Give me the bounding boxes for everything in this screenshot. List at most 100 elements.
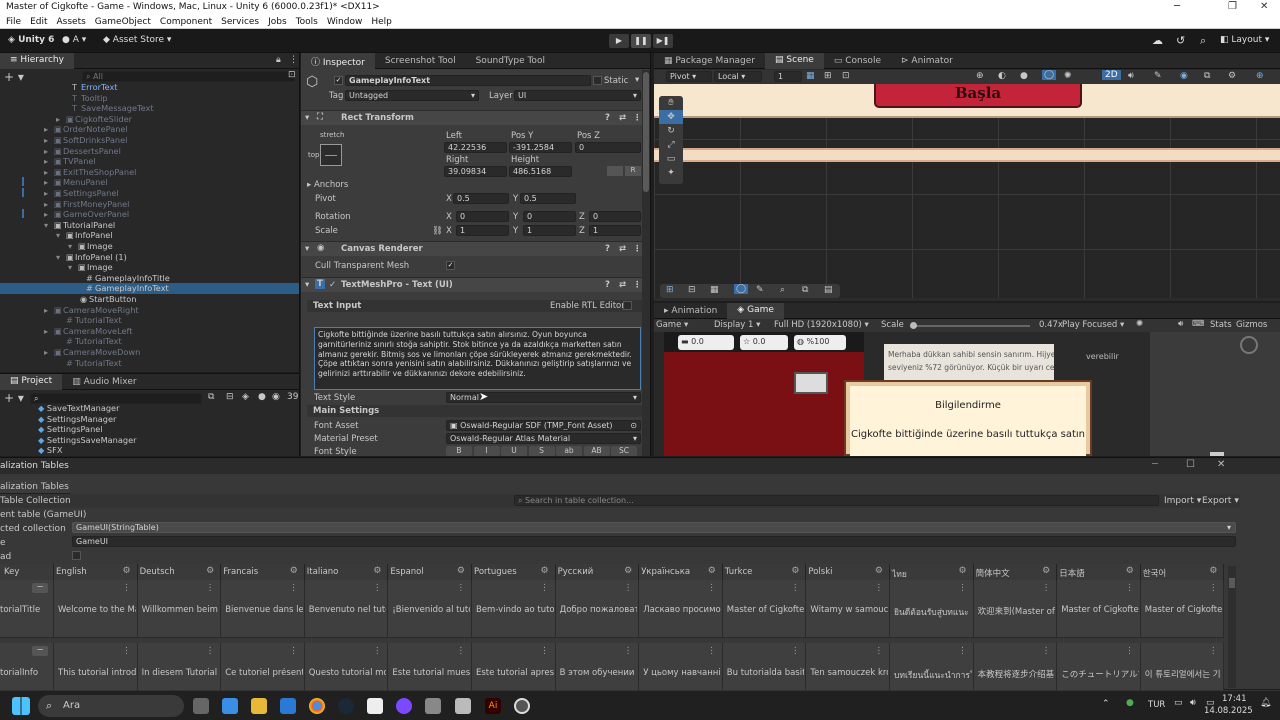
gear-icon[interactable]: ⚙ (373, 566, 381, 576)
scale-x-field[interactable]: 1 (456, 225, 509, 236)
step-button[interactable]: ▶❚ (653, 34, 673, 48)
hierarchy-item[interactable]: ▸ ▣ MenuPanel (0, 177, 299, 188)
hierarchy-item[interactable]: T ErrorText (0, 82, 299, 93)
tab-animator[interactable]: ⊳ Animator (891, 54, 963, 68)
expand-arrow-icon[interactable]: ▸ (44, 135, 48, 145)
translation-cell[interactable]: ⋮ Master of Cigkofte (1140, 580, 1225, 638)
menu-jobs[interactable]: Jobs (268, 17, 287, 27)
chevron-up-icon[interactable]: ⌃ (1102, 699, 1110, 709)
translation-cell[interactable]: ⋮ Welcome to the Ma (54, 580, 138, 638)
info-icon[interactable]: ● (258, 392, 266, 402)
column-header[interactable]: Espanol ⚙ (388, 564, 472, 580)
unity-hub-icon[interactable] (425, 698, 441, 714)
translation-cell[interactable]: ⋮ Willkommen beim M (137, 580, 222, 638)
gear-icon[interactable]: ⚙ (541, 566, 549, 576)
column-header[interactable]: Русский ⚙ (555, 564, 640, 580)
column-header[interactable]: Deutsch ⚙ (137, 564, 222, 580)
project-asset-item[interactable]: ◆ SaveTextManager (38, 403, 119, 414)
column-header[interactable]: Italiano ⚙ (304, 564, 389, 580)
canvas-renderer-header[interactable]: ▾ ◉ Canvas Renderer ? ⇄ ⋮ (301, 241, 650, 256)
help-icon[interactable]: ? (605, 280, 610, 290)
translation-cell[interactable]: ⋮ Bienvenue dans le t (221, 580, 305, 638)
tmp-header[interactable]: ▾ T ✓ TextMeshPro - Text (UI) ? ⇄ ⋮ (301, 277, 650, 292)
visibility-icon[interactable]: ◉ (1180, 71, 1188, 81)
expand-arrow-icon[interactable]: ▸ (44, 146, 48, 156)
file-explorer-icon[interactable] (251, 698, 267, 714)
more-icon[interactable]: ⋮ (289, 646, 298, 656)
tag-icon[interactable]: ◈ (242, 392, 249, 402)
font-style-button[interactable]: S (528, 446, 555, 456)
hierarchy-item[interactable]: # TutorialText (0, 358, 299, 369)
hierarchy-item[interactable]: T Tooltip (0, 93, 299, 104)
gear-icon[interactable]: ⚙ (959, 566, 967, 576)
gear-icon[interactable]: ⚙ (290, 566, 298, 576)
rot-x-field[interactable]: 0 (456, 211, 509, 222)
menu-file[interactable]: File (6, 17, 21, 27)
hierarchy-item[interactable]: ▾ ▣ TutorialPanel (0, 220, 299, 231)
expand-arrow-icon[interactable]: ▸ (44, 209, 48, 219)
remove-entry-button[interactable]: − (32, 646, 48, 656)
expand-arrow-icon[interactable]: ▸ (44, 188, 48, 198)
expand-arrow-icon[interactable]: ▸ (44, 177, 48, 187)
mode-2d-button[interactable]: 2D (1102, 70, 1121, 80)
font-style-button[interactable]: B (446, 446, 472, 456)
more-icon[interactable]: ⋮ (456, 583, 465, 593)
menu-gameobject[interactable]: GameObject (95, 17, 151, 27)
rot-y-field[interactable]: 0 (523, 211, 576, 222)
hierarchy-item[interactable]: ▸ ▣ FirstMoneyPanel (0, 199, 299, 210)
effects-icon[interactable]: ✎ (1154, 71, 1162, 81)
filter-type-icon[interactable]: ⧉ (208, 392, 214, 402)
column-header[interactable]: ไทย ⚙ (890, 564, 974, 580)
expand-arrow-icon[interactable]: ▸ (44, 156, 48, 166)
font-style-button[interactable]: AB (583, 446, 610, 456)
grid-icon[interactable]: ▦ (710, 285, 719, 295)
tab-audio-mixer[interactable]: ▥ Audio Mixer (62, 375, 146, 389)
more-icon[interactable]: ⋮ (1209, 583, 1218, 593)
height-field[interactable]: 486.5168 (509, 166, 572, 177)
column-header[interactable]: Polski ⚙ (806, 564, 890, 580)
more-icon[interactable]: ⋮ (1209, 646, 1218, 656)
translation-cell[interactable]: ⋮ Master of Cigkofte (722, 580, 807, 638)
clock-time[interactable]: 17:41 (1222, 694, 1247, 704)
hierarchy-item[interactable]: ▸ ▣ CameraMoveDown (0, 347, 299, 358)
tab-project[interactable]: ▤ Project (0, 373, 63, 390)
cloud-icon[interactable]: ☁ (1152, 34, 1163, 47)
settings-icon[interactable]: ✺ (1136, 319, 1143, 329)
inspector-scrollbar[interactable] (642, 70, 650, 456)
hierarchy-item[interactable]: ▾ ▣ Image (0, 262, 299, 273)
shortcut-icon[interactable]: ⌨ (1192, 319, 1204, 329)
unity-account-button[interactable]: ◈ Unity 6 (8, 35, 54, 45)
blueprint-mode-button[interactable] (607, 166, 623, 176)
hierarchy-item[interactable]: # TutorialText (0, 336, 299, 347)
translation-cell[interactable]: ⋮ Добро пожаловать (555, 580, 640, 638)
menu-component[interactable]: Component (160, 17, 212, 27)
asset-store-button[interactable]: ◆ Asset Store ▾ (103, 35, 171, 45)
expand-arrow-icon[interactable]: ▸ (44, 347, 48, 357)
scene-viewport[interactable]: Başla ✋︎ ✥ ↻ ⤢ ▭ ✦ ⊞ ⊟ ▦ ◯ ✎ ⌕ ⧉ ▤ (654, 84, 1280, 298)
filter-label-icon[interactable]: ⊟ (226, 392, 234, 402)
tab-hierarchy[interactable]: ≡ Hierarchy (0, 52, 74, 69)
camera-icon[interactable]: ⧉ (802, 285, 808, 295)
tools-icon[interactable]: ⚙ (1228, 71, 1236, 81)
column-header[interactable]: English ⚙ (54, 564, 138, 580)
gear-icon[interactable]: ⚙ (1042, 566, 1050, 576)
volume-icon[interactable]: 🔊︎ (1190, 698, 1196, 708)
menu-tools[interactable]: Tools (296, 17, 318, 27)
translation-cell[interactable]: ⋮ Bem-vindo ao tutor (472, 580, 556, 638)
preload-checkbox[interactable] (72, 551, 81, 560)
gear-icon[interactable]: ⚙ (708, 566, 716, 576)
hierarchy-item[interactable]: ▾ ▣ InfoPanel (0, 230, 299, 241)
translation-cell[interactable]: ⋮ Ласкаво просимо д (639, 580, 723, 638)
pivot-x-field[interactable]: 0.5 (453, 193, 509, 204)
stats-button[interactable]: Stats (1210, 320, 1232, 330)
maximize-icon[interactable]: ❐ (1228, 1, 1237, 12)
minimize-icon[interactable]: ─ (1152, 459, 1158, 470)
more-icon[interactable]: ⋮ (122, 583, 131, 593)
menu-services[interactable]: Services (221, 17, 259, 27)
lighting-icon[interactable]: ✺ (1064, 71, 1072, 81)
orbit-icon[interactable]: ⊕ (976, 71, 984, 81)
app-icon[interactable] (514, 698, 530, 714)
expand-arrow-icon[interactable]: ▾ (56, 230, 60, 240)
left-field[interactable]: 42.22536 (444, 142, 507, 153)
layers-icon[interactable]: ▤ (824, 285, 833, 295)
